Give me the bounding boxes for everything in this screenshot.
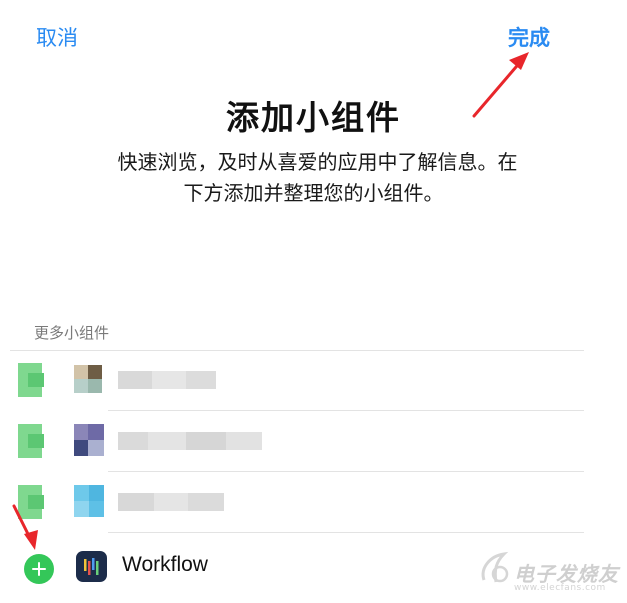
workflow-app-icon (76, 551, 107, 582)
section-title-more-widgets: 更多小组件 (34, 324, 110, 342)
row-divider (108, 410, 584, 411)
list-item[interactable] (10, 473, 584, 530)
workflow-app-name: Workflow (122, 553, 208, 576)
add-workflow-button[interactable] (24, 554, 54, 584)
list-item[interactable] (10, 412, 584, 469)
row-divider (108, 532, 584, 533)
list-item[interactable] (10, 351, 584, 408)
cancel-button[interactable]: 取消 (36, 22, 78, 52)
page-title: 添加小组件 (226, 98, 401, 137)
row-divider (108, 471, 584, 472)
page-description-line-1: 快速浏览，及时从喜爱的应用中了解信息。在 (117, 150, 518, 174)
done-button[interactable]: 完成 (508, 22, 550, 52)
watermark-url: www.elecfans.com (514, 583, 606, 593)
page-description-line-2: 下方添加并整理您的小组件。 (183, 181, 444, 205)
watermark-logo-icon (478, 548, 512, 592)
